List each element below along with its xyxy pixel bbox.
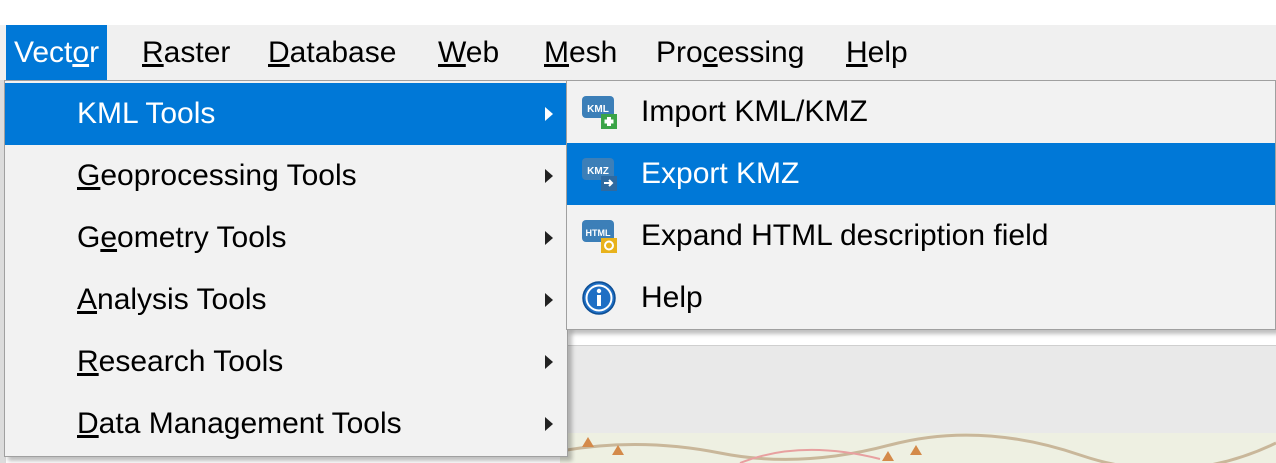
menu-raster[interactable]: Raster — [134, 25, 238, 80]
menu-label-rest: aster — [163, 36, 231, 69]
submenu-arrow-icon — [545, 417, 553, 431]
menu-label-rest: eb — [465, 36, 500, 69]
menu-item-research-tools[interactable]: Research Tools — [5, 331, 567, 393]
map-preview — [560, 433, 1276, 463]
menu-item-analysis-tools[interactable]: Analysis Tools — [5, 269, 567, 331]
menu-item-label: Geometry Tools — [77, 207, 287, 269]
menu-label-rest: elp — [867, 36, 908, 69]
export-kmz-icon: KMZ — [581, 156, 619, 192]
menu-mnemonic: R — [142, 36, 164, 69]
menu-mnemonic: G — [77, 159, 101, 192]
menu-web[interactable]: Web — [430, 25, 507, 80]
menu-label-rest: ometry Tools — [117, 221, 287, 254]
menu-mnemonic: D — [268, 36, 290, 69]
info-icon — [581, 280, 619, 316]
menu-database[interactable]: Database — [260, 25, 404, 80]
menu-label: Vect — [14, 36, 73, 69]
menu-mnemonic: D — [77, 407, 99, 440]
menu-label-rest: esh — [569, 36, 618, 69]
menu-item-import-kml-kmz[interactable]: KML Import KML/KMZ — [567, 81, 1275, 143]
menu-label-rest: atabase — [289, 36, 397, 69]
menu-mnemonic: W — [438, 36, 466, 69]
background-toolbar — [560, 345, 1276, 434]
expand-html-icon: HTML — [581, 218, 619, 254]
menu-item-label: Research Tools — [77, 331, 283, 393]
background-map-canvas — [560, 433, 1276, 463]
menu-item-export-kmz[interactable]: KMZ Export KMZ — [567, 143, 1275, 205]
svg-text:KML: KML — [587, 104, 609, 115]
menu-item-label: Import KML/KMZ — [641, 95, 868, 128]
kml-tools-submenu: KML Import KML/KMZ KMZ Export KMZ HTML E… — [566, 80, 1276, 330]
menu-item-label: Export KMZ — [641, 157, 800, 190]
menu-mnemonic: c — [702, 36, 718, 69]
menu-mesh[interactable]: Mesh — [536, 25, 625, 80]
menu-mnemonic: R — [77, 345, 99, 378]
menu-help[interactable]: Help — [838, 25, 916, 80]
svg-text:KMZ: KMZ — [587, 166, 609, 177]
menu-mnemonic: H — [846, 36, 868, 69]
menu-item-help[interactable]: Help — [567, 267, 1275, 329]
menu-item-label: Analysis Tools — [77, 269, 267, 331]
menu-label-rest: ata Management Tools — [98, 407, 402, 440]
submenu-arrow-icon — [545, 293, 553, 307]
vector-menu: KML Tools Geoprocessing Tools Geometry T… — [4, 80, 568, 457]
menu-label-rest: r — [89, 36, 100, 69]
menu-item-kml-tools[interactable]: KML Tools — [5, 83, 567, 145]
menu-item-data-management-tools[interactable]: Data Management Tools — [5, 393, 567, 455]
menu-label: Pro — [656, 36, 703, 69]
menu-vector[interactable]: Vector — [6, 25, 108, 80]
menu-mnemonic: A — [77, 283, 98, 316]
menu-mnemonic: o — [72, 36, 90, 69]
menu-processing[interactable]: Processing — [648, 25, 812, 80]
menu-item-label: Geoprocessing Tools — [77, 145, 357, 207]
menu-item-geoprocessing-tools[interactable]: Geoprocessing Tools — [5, 145, 567, 207]
submenu-arrow-icon — [545, 231, 553, 245]
menu-label-rest: nalysis Tools — [97, 283, 267, 316]
menu-label-rest: esearch Tools — [98, 345, 284, 378]
submenu-arrow-icon — [545, 169, 553, 183]
submenu-arrow-icon — [545, 107, 553, 121]
import-kml-icon: KML — [581, 94, 619, 130]
menu-label-rest: essing — [717, 36, 805, 69]
menu-mnemonic: M — [544, 36, 569, 69]
svg-text:HTML: HTML — [586, 228, 611, 238]
menu-item-label: Data Management Tools — [77, 393, 402, 455]
menu-item-geometry-tools[interactable]: Geometry Tools — [5, 207, 567, 269]
menu-item-label: KML Tools — [77, 97, 216, 130]
menubar: Vector Raster Database Web Mesh Processi… — [0, 25, 1276, 80]
submenu-arrow-icon — [545, 355, 553, 369]
menu-mnemonic: e — [100, 221, 118, 254]
menu-label-pre: G — [77, 221, 101, 254]
menu-item-label: Help — [641, 281, 703, 314]
menu-item-label: Expand HTML description field — [641, 219, 1049, 252]
menu-item-expand-html-description[interactable]: HTML Expand HTML description field — [567, 205, 1275, 267]
menu-label-rest: eoprocessing Tools — [100, 159, 357, 192]
